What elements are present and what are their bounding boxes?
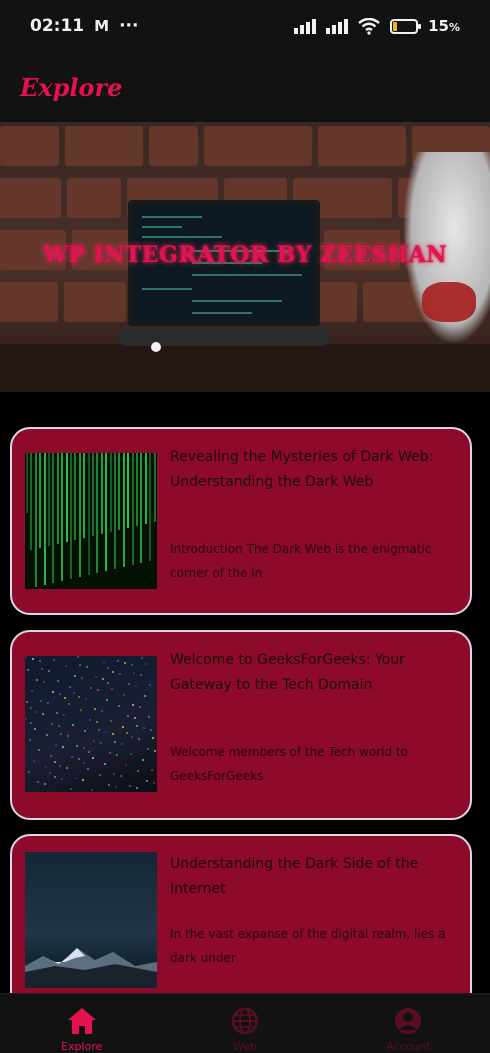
post-card[interactable]: Revealing the Mysteries of Dark Web: Und… — [10, 427, 472, 615]
page-title: Explore — [20, 72, 123, 102]
banner-carousel[interactable]: WP INTEGRATOR BY ZEESHAN — [0, 122, 490, 392]
account-icon — [391, 1004, 425, 1038]
nav-item-web[interactable]: Web — [185, 1004, 305, 1053]
nav-item-account[interactable]: Account — [348, 1004, 468, 1053]
more-notifications-icon: ··· — [119, 16, 139, 36]
nav-label-explore: Explore — [61, 1040, 103, 1053]
post-thumbnail — [25, 656, 157, 792]
post-card[interactable]: Welcome to GeeksForGeeks: Your Gateway t… — [10, 630, 472, 820]
home-icon — [65, 1004, 99, 1038]
status-right: 15% — [294, 17, 460, 35]
nav-label-web: Web — [232, 1040, 257, 1053]
post-thumbnail — [25, 852, 157, 988]
nav-label-account: Account — [386, 1040, 431, 1053]
post-thumbnail — [25, 453, 157, 589]
post-title: Welcome to GeeksForGeeks: Your Gateway t… — [170, 652, 405, 693]
post-excerpt: In the vast expanse of the digital realm… — [170, 927, 446, 965]
post-excerpt: Welcome members of the Tech world to Gee… — [170, 745, 408, 783]
battery-level — [393, 21, 398, 31]
post-card[interactable]: Understanding the Dark Side of the Inter… — [10, 834, 472, 1014]
status-bar: 02:11 M ··· 15% — [0, 0, 490, 52]
battery-percent: 15% — [428, 17, 460, 35]
post-excerpt: Introduction The Dark Web is the enigmat… — [170, 542, 432, 580]
app-bar: Explore — [0, 52, 490, 122]
post-title: Understanding the Dark Side of the Inter… — [170, 856, 419, 897]
signal-icon-2 — [326, 18, 349, 34]
post-title: Revealing the Mysteries of Dark Web: Und… — [170, 449, 434, 490]
bottom-nav: Explore Web Account — [0, 993, 490, 1053]
status-time: 02:11 — [30, 16, 85, 36]
battery-icon — [390, 18, 422, 34]
carousel-indicator[interactable] — [151, 342, 161, 352]
status-left: 02:11 M ··· — [30, 16, 138, 36]
globe-icon — [228, 1004, 262, 1038]
wifi-icon — [358, 17, 380, 35]
gmail-icon: M — [94, 17, 110, 35]
nav-item-explore[interactable]: Explore — [22, 1004, 142, 1053]
signal-icon-1 — [294, 18, 317, 34]
banner-title: WP INTEGRATOR BY ZEESHAN — [43, 242, 447, 268]
